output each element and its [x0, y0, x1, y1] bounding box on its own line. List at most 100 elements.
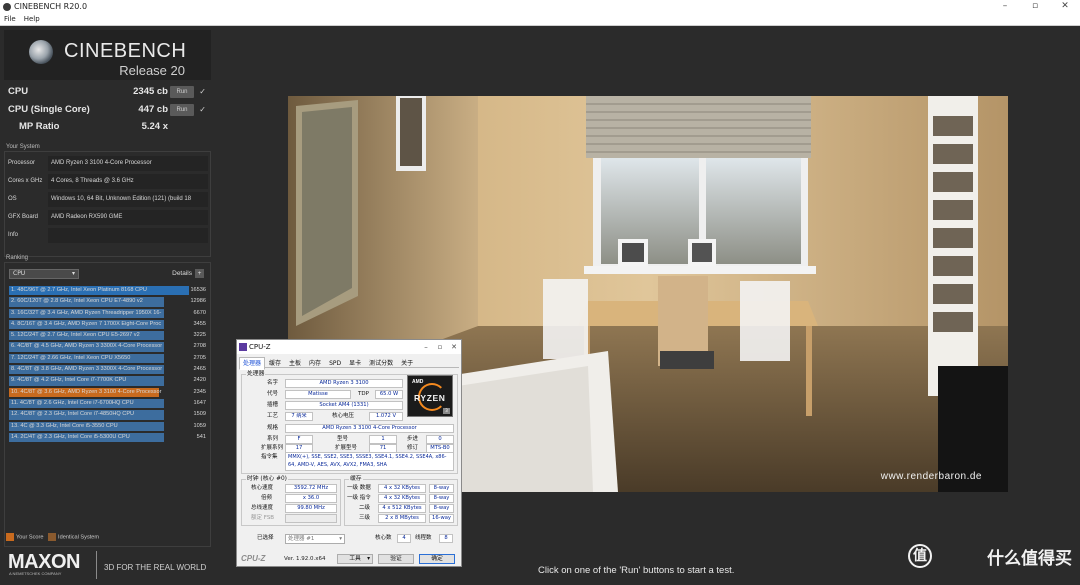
stepping-value: 0 — [426, 435, 454, 444]
instructions-value: MMX(+), SSE, SSE2, SSE3, SSSE3, SSE4.1, … — [285, 452, 454, 471]
rated-fsb-value — [285, 514, 337, 523]
details-toggle[interactable]: Details + — [172, 269, 204, 278]
ranking-item[interactable]: 8. 4C/8T @ 3.8 GHz, AMD Ryzen 3 3300X 4-… — [9, 364, 206, 375]
plus-icon[interactable]: + — [195, 269, 204, 278]
window-title: CINEBENCH R20.0 — [14, 2, 88, 11]
chevron-down-icon: ▾ — [71, 270, 75, 277]
system-value: 4 Cores, 8 Threads @ 3.6 GHz — [48, 174, 208, 189]
specification-value: AMD Ryzen 3 3100 4-Core Processor — [285, 424, 454, 433]
tab-spd[interactable]: SPD — [325, 357, 345, 370]
tab-about[interactable]: 关于 — [397, 357, 417, 370]
render-watermark: www.renderbaron.de — [880, 471, 982, 482]
name-label: 名字 — [267, 380, 279, 386]
system-info-field[interactable] — [48, 228, 208, 243]
status-message: Click on one of the 'Run' buttons to sta… — [538, 565, 735, 576]
left-panel: CINEBENCH Release 20 CPU 2345 cb Run ✓ C… — [0, 26, 215, 585]
instructions-label: 指令集 — [261, 454, 278, 460]
ext-family-label: 扩展系列 — [261, 445, 284, 451]
ranking-item[interactable]: 2. 60C/120T @ 2.8 GHz, Intel Xeon CPU E7… — [9, 296, 206, 307]
clocks-group-label: 时钟 (核心 #0) — [246, 476, 288, 483]
cpu-single-score-row: CPU (Single Core) 447 cb Run ✓ — [8, 103, 208, 117]
system-row-processor: Processor AMD Ryzen 3 3100 4-Core Proces… — [8, 156, 208, 171]
ranking-item[interactable]: 12. 4C/8T @ 2.3 GHz, Intel Core i7-4850H… — [9, 409, 206, 420]
ranking-item-label: 1. 48C/96T @ 2.7 GHz, Intel Xeon Platinu… — [11, 287, 147, 293]
maximize-icon[interactable]: ▫ — [1020, 0, 1050, 13]
l2-value: 4 x 512 KBytes — [378, 504, 426, 513]
ranking-item[interactable]: 6. 4C/8T @ 4.5 GHz, AMD Ryzen 3 3300X 4-… — [9, 341, 206, 352]
rated-fsb-label: 额定 FSB — [251, 515, 275, 521]
system-row-cores: Cores x GHz 4 Cores, 8 Threads @ 3.6 GHz — [8, 174, 208, 189]
ranking-select[interactable]: CPU ▾ — [9, 269, 79, 279]
menu-file[interactable]: File — [0, 15, 20, 23]
cpu-score-row: CPU 2345 cb Run ✓ — [8, 85, 208, 99]
cores-label: 核心数 — [375, 535, 392, 541]
validate-button[interactable]: 验证 — [378, 554, 414, 564]
ranking-heading: Ranking — [6, 255, 29, 261]
app-icon — [3, 3, 11, 11]
minimize-icon[interactable]: – — [990, 0, 1020, 13]
cpu-run-button[interactable]: Run — [170, 86, 194, 98]
tools-button[interactable]: 工具 ▾ — [337, 554, 373, 564]
ranking-item[interactable]: 11. 4C/8T @ 2.6 GHz, Intel Core i7-6700H… — [9, 398, 206, 409]
your-score-swatch — [6, 533, 14, 541]
multiplier-label: 倍频 — [261, 495, 273, 501]
l3-value: 2 x 8 MBytes — [378, 514, 426, 523]
ranking-item[interactable]: 9. 4C/8T @ 4.2 GHz, Intel Core i7-7700K … — [9, 375, 206, 386]
processor-group-label: 处理器 — [246, 371, 266, 378]
tab-cache[interactable]: 缓存 — [265, 357, 285, 370]
mp-ratio-value: 5.24 x — [141, 121, 168, 132]
tools-button-label: 工具 — [349, 556, 361, 562]
specification-label: 规格 — [267, 425, 279, 431]
ranking-item[interactable]: 10. 4C/8T @ 3.6 GHz, AMD Ryzen 3 3100 4-… — [9, 387, 206, 398]
ranking-item[interactable]: 14. 2C/4T @ 2.3 GHz, Intel Core i5-5300U… — [9, 432, 206, 443]
ranking-select-value: CPU — [13, 270, 26, 277]
ranking-item[interactable]: 5. 12C/24T @ 2.7 GHz, Intel Xeon CPU E5-… — [9, 330, 206, 341]
ok-button[interactable]: 确定 — [419, 554, 455, 564]
system-key: OS — [8, 196, 17, 202]
cores-value: 4 — [397, 534, 411, 543]
system-row-info: Info — [8, 228, 208, 243]
ranking-item[interactable]: 3. 16C/32T @ 3.4 GHz, AMD Ryzen Threadri… — [9, 308, 206, 319]
family-label: 系列 — [267, 436, 279, 442]
your-system-heading: Your System — [6, 144, 40, 150]
divider — [96, 551, 97, 579]
ranking-panel: CPU ▾ Details + 1. 48C/96T @ 2.7 GHz, Int… — [4, 262, 211, 547]
tab-mainboard[interactable]: 主板 — [285, 357, 305, 370]
ranking-item[interactable]: 4. 8C/16T @ 3.4 GHz, AMD Ryzen 7 1700X E… — [9, 319, 206, 330]
cpuz-app-icon — [239, 343, 247, 351]
ranking-item[interactable]: 7. 12C/24T @ 2.66 GHz, Intel Xeon CPU X5… — [9, 353, 206, 364]
chevron-down-icon: ▾ — [367, 556, 370, 562]
maximize-icon[interactable]: ▫ — [433, 340, 447, 354]
l1-data-label: 一级 数据 — [347, 485, 371, 491]
ranking-item-label: 11. 4C/8T @ 2.6 GHz, Intel Core i7-6700H… — [11, 399, 134, 406]
processor-select[interactable]: 处理器 #1 ▾ — [285, 534, 345, 544]
close-icon[interactable]: ✕ — [447, 340, 461, 354]
cpu-single-label: CPU (Single Core) — [8, 104, 90, 115]
codename-label: 代号 — [267, 391, 279, 397]
minimize-icon[interactable]: – — [419, 340, 433, 354]
ranking-item[interactable]: 1. 48C/96T @ 2.7 GHz, Intel Xeon Platinu… — [9, 285, 206, 296]
cpu-single-run-button[interactable]: Run — [170, 104, 194, 116]
cpuz-version: Ver. 1.92.0.x64 — [284, 556, 326, 562]
check-icon: ✓ — [199, 105, 206, 114]
ranking-item-label: 9. 4C/8T @ 4.2 GHz, Intel Core i7-7700K … — [11, 377, 127, 384]
cache-group-label: 缓存 — [349, 476, 363, 483]
menu-help[interactable]: Help — [20, 15, 44, 23]
ranking-item-label: 3. 16C/32T @ 3.4 GHz, AMD Ryzen Threadri… — [11, 309, 162, 316]
stepping-label: 步进 — [407, 436, 419, 442]
system-row-gfx: GFX Board AMD Radeon RX590 GME — [8, 210, 208, 225]
ranking-item[interactable]: 13. 4C @ 3.3 GHz, Intel Core i5-3550 CPU… — [9, 421, 206, 432]
cpuz-window: CPU-Z – ▫ ✕ 处理器 缓存 主板 内存 SPD 显卡 测试分数 关于 处理器 名字 … — [236, 339, 462, 567]
tab-memory[interactable]: 内存 — [305, 357, 325, 370]
close-icon[interactable]: ✕ — [1050, 0, 1080, 13]
l1-inst-label: 一级 指令 — [347, 495, 371, 501]
ranking-item-label: 4. 8C/16T @ 3.4 GHz, AMD Ryzen 7 1700X E… — [11, 320, 162, 327]
tab-bench[interactable]: 测试分数 — [365, 357, 397, 370]
system-value: AMD Ryzen 3 3100 4-Core Processor — [48, 156, 208, 171]
tab-graphics[interactable]: 显卡 — [345, 357, 365, 370]
tab-processor[interactable]: 处理器 — [239, 357, 266, 370]
menu-bar: File Help — [0, 13, 1080, 26]
mp-ratio-label: MP Ratio — [19, 121, 60, 132]
legend-identical-system: Identical System — [58, 534, 100, 541]
ranking-item-score: 2465 — [193, 366, 206, 373]
